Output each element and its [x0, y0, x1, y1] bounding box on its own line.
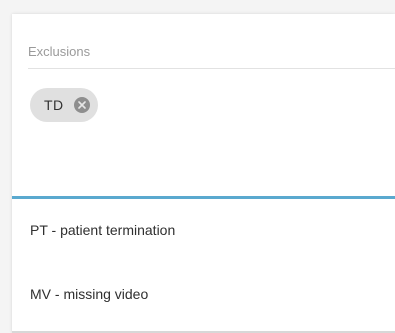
close-circle-icon[interactable] — [73, 97, 90, 113]
options-dropdown: PT - patient termination MV - missing vi… — [12, 199, 395, 333]
chip-td: TD — [30, 88, 98, 122]
option-mv[interactable]: MV - missing video — [12, 269, 395, 319]
option-pt[interactable]: PT - patient termination — [12, 205, 395, 255]
field-divider — [28, 68, 395, 69]
chip-label: TD — [44, 97, 64, 113]
exclusions-label: Exclusions — [28, 44, 91, 59]
exclusions-select-panel: Exclusions TD PT - patient termination M… — [12, 14, 395, 333]
exclusions-field[interactable]: Exclusions TD — [12, 14, 395, 196]
